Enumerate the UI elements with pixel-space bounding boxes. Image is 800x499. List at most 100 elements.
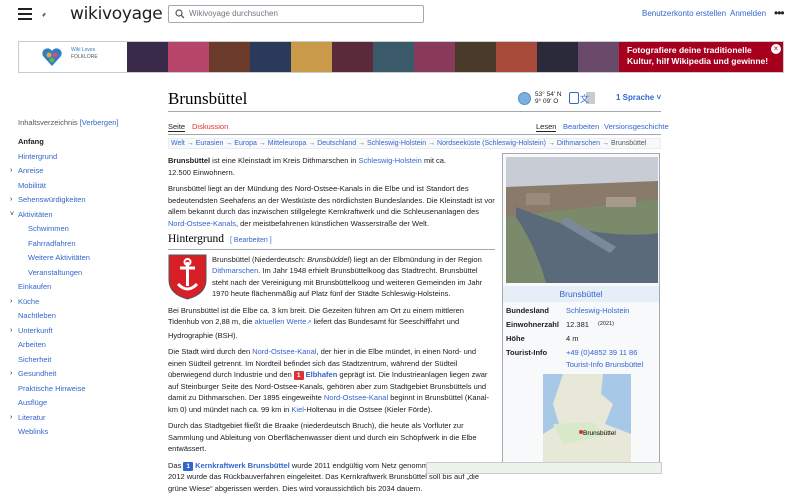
toc-item-label[interactable]: Gesundheit: [18, 369, 56, 378]
breadcrumb-item[interactable]: Schleswig-Holstein: [367, 140, 426, 147]
qr-code-icon[interactable]: [569, 92, 579, 104]
schleswig-holstein-link[interactable]: Schleswig-Holstein: [359, 156, 422, 165]
banner-text[interactable]: Fotografiere deine traditionelle Kultur,…: [619, 42, 783, 72]
toc-item-aktivitäten[interactable]: ˅ Aktivitäten: [10, 209, 158, 224]
kernkraftwerk-link[interactable]: Kernkraftwerk Brunsbüttel: [195, 461, 290, 470]
tab-history[interactable]: Versionsgeschichte: [604, 122, 669, 131]
toc-item-label[interactable]: Weitere Aktivitäten: [28, 253, 90, 262]
breadcrumb-separator: →: [306, 140, 318, 147]
toc-item-label[interactable]: Aktivitäten: [18, 210, 53, 219]
dithmarschen-link[interactable]: Dithmarschen: [212, 266, 258, 275]
breadcrumb-item[interactable]: Dithmarschen: [557, 140, 600, 147]
toc-item-hintergrund[interactable]: Hintergrund: [18, 151, 158, 166]
toc-item-weitere-aktivitäten[interactable]: Weitere Aktivitäten: [18, 252, 158, 267]
intro-text: ist eine Kleinstadt im Kreis Dithmarsche…: [210, 156, 359, 165]
tab-discussion[interactable]: Diskussion: [192, 122, 228, 131]
toc-item-weblinks[interactable]: Weblinks: [18, 426, 158, 441]
toc-expand-chevron-icon[interactable]: ›: [10, 165, 12, 177]
toc-item-mobilität[interactable]: Mobilität: [18, 180, 158, 195]
locator-map[interactable]: [543, 374, 631, 468]
breadcrumb-item[interactable]: Nordseeküste (Schleswig-Holstein): [437, 140, 546, 147]
toc-item-literatur[interactable]: › Literatur: [10, 412, 158, 427]
more-options-icon[interactable]: •••: [774, 6, 785, 20]
toc-list: Anfang Hintergrund › Anreise Mobilität › Sehen…: [10, 136, 158, 441]
toc-item-label[interactable]: Praktische Hinweise: [18, 384, 86, 393]
breadcrumb-item[interactable]: Deutschland: [317, 140, 356, 147]
toc-item-ausflüge[interactable]: Ausflüge: [18, 397, 158, 412]
site-title[interactable]: wikivoyage: [70, 4, 163, 24]
toc-expand-chevron-icon[interactable]: ›: [10, 194, 12, 206]
toc-expand-chevron-icon[interactable]: ›: [10, 368, 12, 380]
toc-item-label[interactable]: Sehenswürdigkeiten: [18, 195, 86, 204]
toc-item-label[interactable]: Literatur: [18, 413, 46, 422]
toc-item-einkaufen[interactable]: Einkaufen: [18, 281, 158, 296]
toc-item-veranstaltungen[interactable]: Veranstaltungen: [18, 267, 158, 282]
toc-item-praktische-hinweise[interactable]: Praktische Hinweise: [18, 383, 158, 398]
poi-marker-badge[interactable]: 1: [293, 371, 304, 380]
banner-close-icon[interactable]: ×: [771, 44, 781, 54]
kiel-link[interactable]: Kiel: [291, 405, 304, 414]
tab-edit[interactable]: Bearbeiten: [563, 122, 599, 131]
toc-item-label[interactable]: Anreise: [18, 166, 43, 175]
toc-item-küche[interactable]: › Küche: [10, 296, 158, 311]
toc-item-label[interactable]: Ausflüge: [18, 398, 47, 407]
wikivoyage-logo-icon[interactable]: [42, 3, 70, 27]
coordinates[interactable]: 53° 54′ N 9° 09′ O: [535, 91, 562, 105]
toc-item-schwimmen[interactable]: Schwimmen: [18, 223, 158, 238]
globe-icon[interactable]: [518, 92, 531, 105]
toc-item-label[interactable]: Veranstaltungen: [28, 268, 82, 277]
aerial-photo[interactable]: [506, 157, 658, 283]
toc-hide-toggle[interactable]: [Verbergen]: [80, 118, 119, 127]
toc-item-label[interactable]: Schwimmen: [28, 224, 69, 233]
login-link[interactable]: Anmelden: [730, 9, 766, 18]
toc-item-label[interactable]: Hintergrund: [18, 152, 57, 161]
section-edit-link[interactable]: [ Bearbeiten ]: [230, 237, 272, 244]
current-values-link[interactable]: aktuellen Werte: [254, 317, 306, 326]
toc-item-label[interactable]: Fahrradfahren: [28, 239, 76, 248]
toc-item-label[interactable]: Einkaufen: [18, 282, 51, 291]
poi-marker-badge-2[interactable]: 1: [183, 461, 194, 471]
toc-item-anfang[interactable]: Anfang: [18, 136, 158, 151]
toc-item-label[interactable]: Mobilität: [18, 181, 46, 190]
intro-bold-title: Brunsbüttel: [168, 156, 211, 165]
create-account-link[interactable]: Benutzerkonto erstellen: [642, 9, 726, 18]
dynamic-map-preview[interactable]: [426, 462, 662, 474]
toc-expand-chevron-icon[interactable]: ›: [10, 296, 12, 308]
nord-ostsee-kanal-link-3[interactable]: Nord-Ostsee-Kanal: [324, 393, 388, 402]
toc-item-label[interactable]: Küche: [18, 297, 39, 306]
toc-item-fahrradfahren[interactable]: Fahrradfahren: [18, 238, 158, 253]
elbhafen-link[interactable]: Elbhafen: [306, 370, 338, 379]
toc-item-label[interactable]: Sicherheit: [18, 355, 51, 364]
toc-expand-chevron-icon[interactable]: ˅: [10, 209, 14, 221]
toc-item-label[interactable]: Unterkunft: [18, 326, 53, 335]
breadcrumb-item[interactable]: Welt: [171, 140, 185, 147]
toc-item-sehenswürdigkeiten[interactable]: › Sehenswürdigkeiten: [10, 194, 158, 209]
infobox-value[interactable]: Schleswig-Holstein: [566, 306, 629, 315]
tab-read[interactable]: Lesen: [536, 122, 557, 132]
toc-expand-chevron-icon[interactable]: ›: [10, 412, 12, 424]
search-input[interactable]: Wikivoyage durchsuchen: [168, 5, 424, 23]
toc-expand-chevron-icon[interactable]: ›: [10, 325, 12, 337]
toc-item-anreise[interactable]: › Anreise: [10, 165, 158, 180]
toc-item-sicherheit[interactable]: Sicherheit: [18, 354, 158, 369]
breadcrumb-item[interactable]: Europa: [234, 140, 257, 147]
toc-item-label[interactable]: Anfang: [18, 137, 44, 146]
tab-page[interactable]: Seite: [168, 122, 186, 132]
menu-icon[interactable]: [18, 8, 32, 20]
translate-icon[interactable]: 文: [580, 93, 592, 104]
toc-item-nachtleben[interactable]: Nachtleben: [18, 310, 158, 325]
nord-ostsee-kanal-link-2[interactable]: Nord-Ostsee-Kanal: [252, 347, 316, 356]
tourist-info-link[interactable]: Tourist-Info Brunsbüttel: [566, 360, 718, 369]
toc-item-label[interactable]: Nachtleben: [18, 311, 56, 320]
toc-item-arbeiten[interactable]: Arbeiten: [18, 339, 158, 354]
infobox-value[interactable]: +49 (0)4852 39 11 86: [566, 348, 637, 357]
toc-item-label[interactable]: Weblinks: [18, 427, 48, 436]
breadcrumb-item[interactable]: Eurasien: [196, 140, 224, 147]
campaign-banner[interactable]: Wiki Loves FOLKLORE Fotografiere deine t…: [18, 41, 784, 73]
breadcrumb-item[interactable]: Mitteleuropa: [268, 140, 307, 147]
toc-item-gesundheit[interactable]: › Gesundheit: [10, 368, 158, 383]
language-selector[interactable]: 1 Sprache ˅: [604, 93, 661, 102]
toc-item-unterkunft[interactable]: › Unterkunft: [10, 325, 158, 340]
nord-ostsee-kanal-link[interactable]: Nord-Ostsee-Kanals: [168, 219, 236, 228]
toc-item-label[interactable]: Arbeiten: [18, 340, 46, 349]
